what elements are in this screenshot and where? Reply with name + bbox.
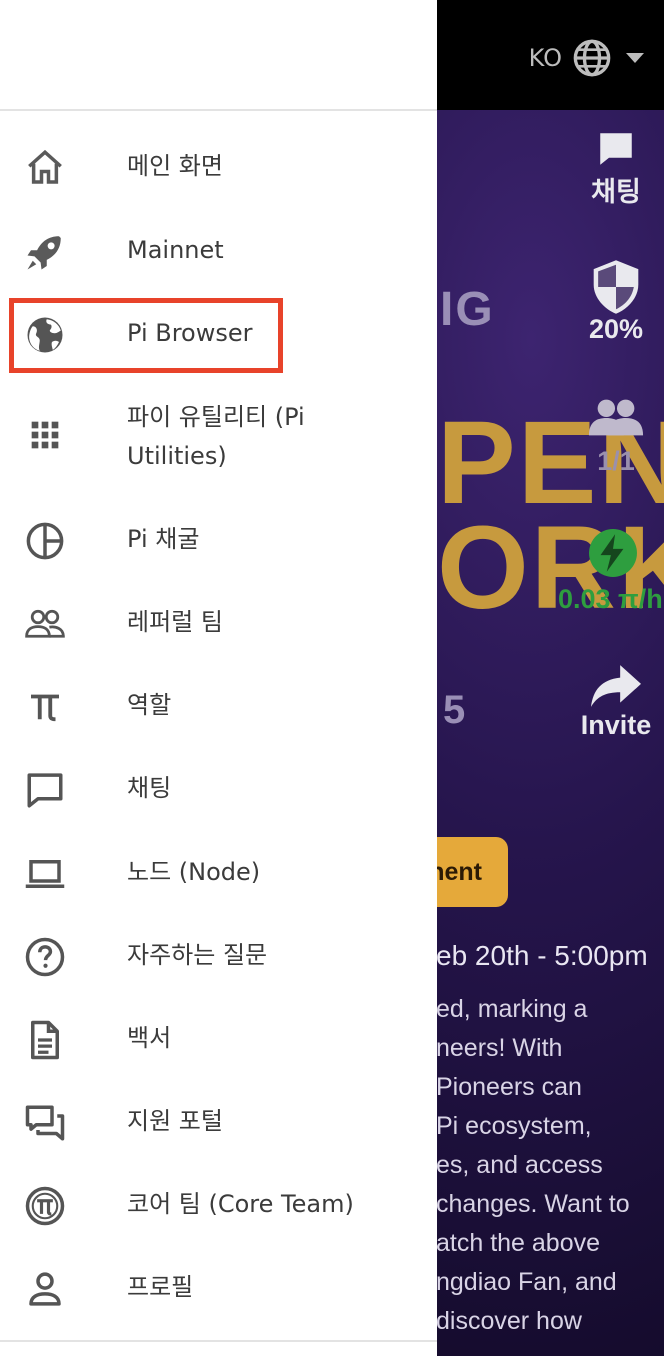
- menu-label: 파이 유틸리티 (Pi Utilities): [127, 398, 305, 476]
- menu-label: 메인 화면: [127, 152, 223, 180]
- rail-team[interactable]: 1/1: [566, 398, 664, 477]
- laptop-icon: [22, 851, 68, 897]
- pi-symbol-icon: [22, 684, 68, 730]
- event-button-label: nent: [429, 857, 482, 886]
- rail-team-value: 1/1: [597, 446, 635, 476]
- menu-label: 지원 포털: [127, 1107, 223, 1135]
- rail-mining-rate: 0.03 π/h: [558, 584, 663, 614]
- chat-bubble-icon: [600, 133, 632, 165]
- navigation-drawer: 메인 화면 Mainnet Pi Browser 파이 유틸리티 (Pi Uti…: [0, 0, 437, 1356]
- menu-label: Mainnet: [127, 236, 224, 264]
- lightning-icon: [589, 529, 637, 577]
- team-icon: [588, 399, 644, 436]
- pi-coin-icon: [22, 1183, 68, 1229]
- menu-label-line: Utilities): [127, 442, 227, 470]
- rail-mining[interactable]: 0.03 π/h: [558, 528, 664, 615]
- article-line: Pioneers can: [436, 1073, 582, 1101]
- pie-chart-icon: [22, 518, 68, 564]
- rail-invite-label: Invite: [580, 710, 652, 740]
- rocket-icon: [22, 229, 68, 275]
- home-icon: [22, 145, 68, 191]
- menu-label: 레퍼럴 팀: [127, 608, 223, 636]
- article-line: es, and access: [436, 1151, 603, 1179]
- share-arrow-icon: [591, 665, 641, 707]
- event-date: eb 20th - 5:00pm: [436, 940, 648, 971]
- menu-label-line: 파이 유틸리티 (Pi: [127, 403, 305, 431]
- person-icon: [22, 1266, 68, 1312]
- article-line: neers! With: [436, 1034, 563, 1062]
- menu-label: 역할: [127, 691, 172, 719]
- forum-icon: [22, 1100, 68, 1146]
- apps-grid-icon: [22, 412, 68, 458]
- menu-label: 노드 (Node): [127, 858, 261, 886]
- article-line: ngdiao Fan, and: [436, 1268, 617, 1296]
- rail-chat-label: 채팅: [591, 177, 641, 207]
- drawer-divider: [0, 1340, 437, 1342]
- article-line: discover how: [436, 1307, 582, 1335]
- people-icon: [22, 601, 68, 647]
- document-icon: [22, 1017, 68, 1063]
- highlight-box: [9, 298, 283, 373]
- chat-icon: [22, 767, 68, 813]
- shield-icon: [593, 260, 639, 314]
- rail-security[interactable]: 20%: [566, 258, 664, 345]
- menu-label: 채팅: [127, 774, 172, 802]
- rail-chat[interactable]: 채팅: [566, 128, 664, 209]
- language-code: KO: [528, 44, 562, 72]
- menu-label: 프로필: [127, 1273, 194, 1301]
- menu-label: 자주하는 질문: [127, 941, 268, 969]
- chevron-down-icon: [626, 53, 644, 63]
- article-line: Pi ecosystem,: [436, 1112, 592, 1140]
- rail-invite[interactable]: Invite: [566, 664, 664, 741]
- menu-label: 코어 팀 (Core Team): [127, 1190, 354, 1218]
- banner-fragment-1: IG: [440, 283, 495, 336]
- article-line: atch the above: [436, 1229, 601, 1257]
- article-line: changes. Want to: [436, 1190, 630, 1218]
- language-selector[interactable]: KO: [529, 36, 644, 80]
- drawer-header: [0, 0, 437, 111]
- rail-security-value: 20%: [588, 314, 644, 344]
- article-text: ed, marking a neers! With Pioneers can P…: [436, 990, 664, 1341]
- menu-item-pi-utilities[interactable]: 파이 유틸리티 (Pi Utilities): [0, 398, 437, 478]
- article-line: ed, marking a: [436, 995, 588, 1023]
- globe-icon: [573, 39, 611, 77]
- menu-label: Pi 채굴: [127, 525, 200, 553]
- banner-fragment-4: 5: [443, 688, 468, 732]
- menu-label: 백서: [127, 1024, 172, 1052]
- help-circle-icon: [22, 934, 68, 980]
